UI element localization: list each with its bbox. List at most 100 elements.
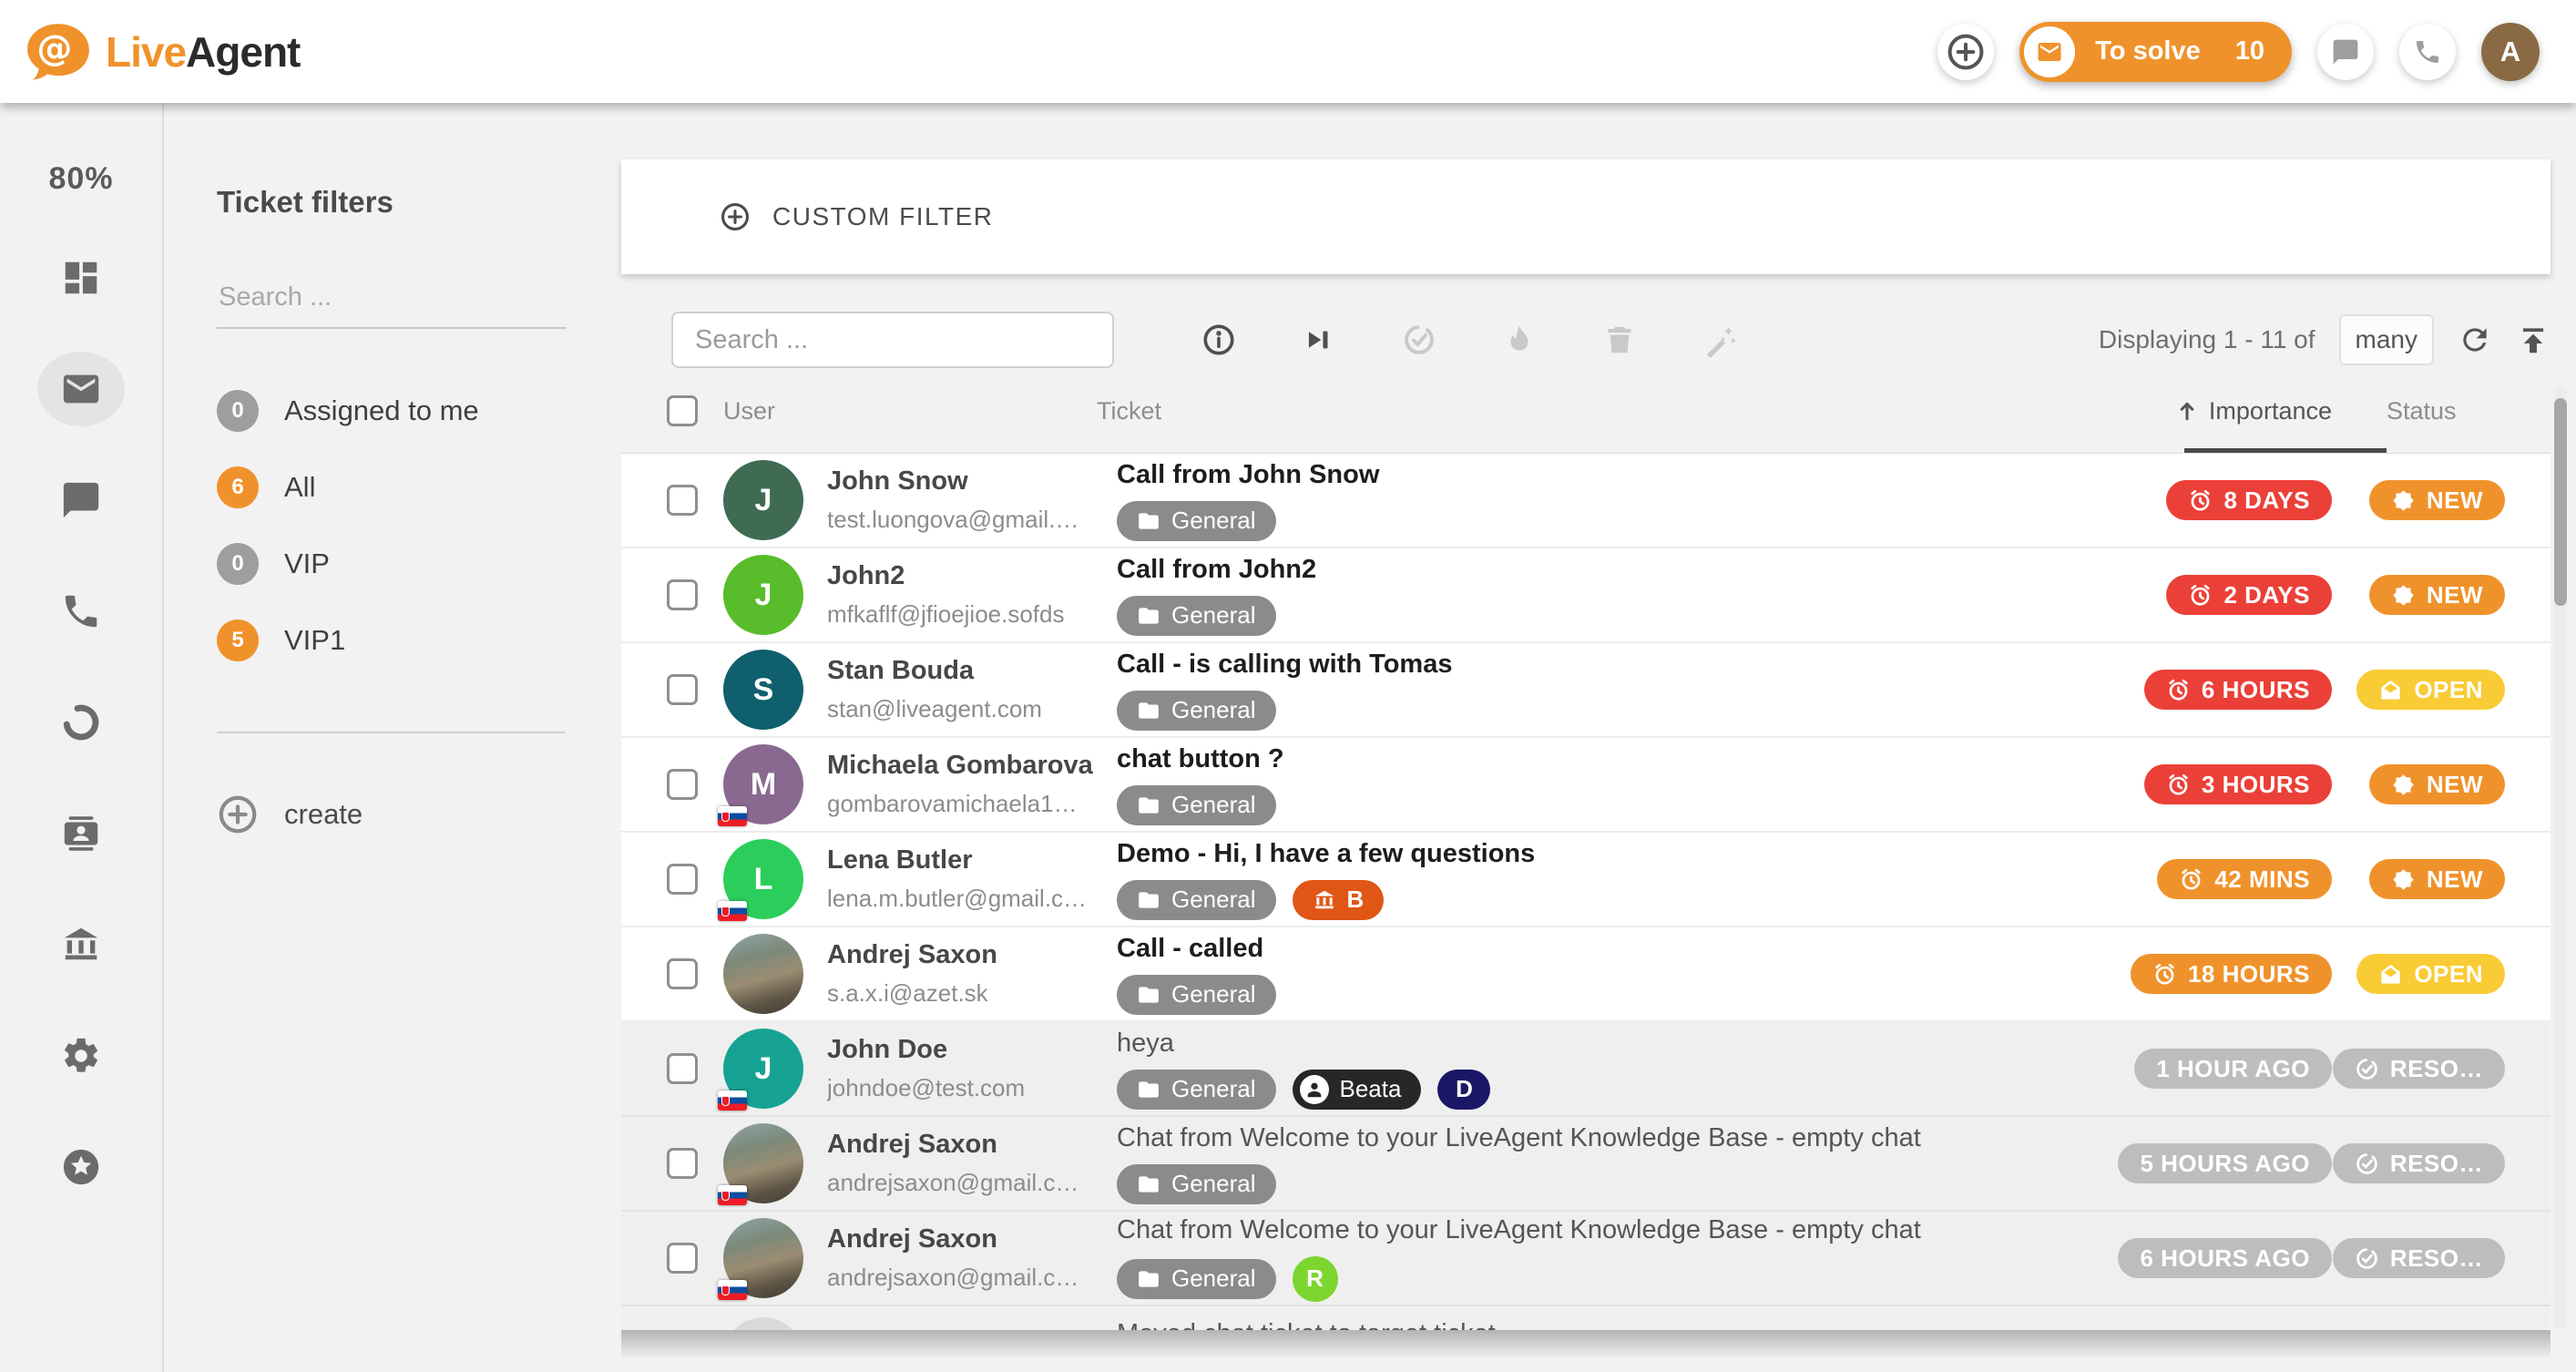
filter-list: 0 Assigned to me 6 All 0 VIP 5 VIP1 (217, 373, 565, 679)
delete-trash-icon[interactable] (1602, 323, 1637, 357)
filter-item-vip[interactable]: 0 VIP (217, 526, 565, 602)
ticket-subject: Call - called (1117, 933, 1264, 963)
add-new-button[interactable] (1937, 23, 1995, 80)
logo-text: LiveAgent (106, 27, 301, 77)
calls-button[interactable] (2399, 23, 2456, 80)
user-name: Lena Butler (827, 845, 973, 875)
avatar (723, 934, 803, 1014)
table-row[interactable]: Andrej Saxon s.a.x.i@azet.sk Call - call… (621, 927, 2550, 1022)
ticket-subject: heya (1117, 1028, 1174, 1058)
filters-search-input[interactable] (217, 282, 567, 330)
priority-flame-icon[interactable] (1502, 323, 1537, 357)
importance-cell: 1 HOUR AGO (2022, 1049, 2332, 1089)
chats-button[interactable] (2317, 23, 2374, 80)
filter-item-assigned-to-me[interactable]: 0 Assigned to me (217, 373, 565, 449)
status-badge: OPEN (2356, 954, 2505, 994)
row-checkbox[interactable] (667, 674, 698, 705)
create-filter-button[interactable]: create (217, 794, 621, 835)
sidebar-item-companies[interactable] (60, 924, 102, 966)
importance-cell: 3 HOURS (2022, 764, 2332, 804)
folder-icon (1137, 1267, 1160, 1291)
importance-cell: 8 DAYS (2022, 480, 2332, 520)
tag-label: General (1171, 1264, 1256, 1292)
importance-cell: 18 HOURS (2022, 954, 2332, 994)
sidebar-item-settings[interactable] (60, 1035, 102, 1077)
content-area: 80% Ticket filters 0 Assigned to me (0, 103, 2576, 1372)
scroll-top-icon[interactable] (2516, 323, 2550, 357)
table-row[interactable]: Moved chat ticket to target ticket (621, 1306, 2550, 1330)
ticket-tags: General (1117, 595, 2008, 636)
burst-icon (2391, 583, 2416, 608)
magic-wand-icon[interactable] (1702, 323, 1737, 357)
importance-badge: 3 HOURS (2143, 764, 2332, 804)
filter-item-all[interactable]: 6 All (217, 449, 565, 526)
panel-title: Ticket filters (217, 185, 394, 219)
user-name: John2 (827, 561, 905, 590)
table-row[interactable]: Andrej Saxon andrejsaxon@gmail.c… Chat f… (621, 1212, 2550, 1306)
custom-filter-button[interactable]: CUSTOM FILTER (720, 201, 993, 232)
resolve-check-icon[interactable] (1402, 323, 1436, 357)
table-row[interactable]: J John2 mfkaflf@jfioejioe.sofds Call fro… (621, 548, 2550, 643)
row-checkbox[interactable] (667, 1243, 698, 1274)
create-label: create (284, 798, 363, 831)
toolbar-icons (1201, 323, 1737, 357)
flag-badge (718, 1185, 747, 1205)
status-label: NEW (2426, 770, 2483, 798)
row-checkbox[interactable] (667, 485, 698, 516)
scrollbar-track[interactable] (2554, 385, 2567, 1329)
table-row[interactable]: J John Snow test.luongova@gmail.… Call f… (621, 454, 2550, 548)
logo-bubble-icon: @ (27, 23, 89, 80)
avatar-initial: S (752, 671, 774, 707)
ticket-cell: Moved chat ticket to target ticket (1117, 1319, 2022, 1330)
avatar (718, 1218, 803, 1300)
ticket-subject: chat button ? (1117, 743, 1284, 773)
row-checkbox[interactable] (667, 1148, 698, 1179)
status-badge: NEW (2368, 764, 2505, 804)
importance-label: 42 MINS (2214, 865, 2310, 893)
agent-avatar[interactable]: A (2481, 22, 2540, 81)
table-row[interactable]: Andrej Saxon andrejsaxon@gmail.c… Chat f… (621, 1117, 2550, 1212)
sidebar-item-dashboard[interactable] (60, 257, 102, 299)
avatar (723, 1317, 803, 1330)
sidebar-item-automation[interactable] (60, 701, 102, 743)
scrollbar-thumb[interactable] (2554, 398, 2567, 606)
table-row[interactable]: J John Doe johndoe@test.com heya General… (621, 1022, 2550, 1117)
refresh-icon[interactable] (2458, 323, 2492, 357)
status-cell: RESO… (2332, 1238, 2550, 1278)
sidebar-item-starred[interactable] (60, 1146, 102, 1188)
ticket-subject: Demo - Hi, I have a few questions (1117, 838, 1536, 868)
folder-icon (1137, 1078, 1160, 1101)
sidebar-item-contacts[interactable] (60, 813, 102, 855)
filter-item-vip1[interactable]: 5 VIP1 (217, 602, 565, 679)
circle-plus-icon (720, 201, 751, 232)
sidebar-item-tickets[interactable] (60, 368, 102, 410)
row-checkbox[interactable] (667, 864, 698, 895)
user-cell: Andrej Saxon andrejsaxon@gmail.c… (827, 1130, 1109, 1197)
table-row[interactable]: M Michaela Gombarova gombarovamichaela1…… (621, 738, 2550, 833)
info-icon[interactable] (1201, 323, 1236, 357)
sidebar-item-chats[interactable] (60, 479, 102, 521)
importance-badge: 2 DAYS (2166, 575, 2332, 615)
column-header-status[interactable]: Status (2332, 397, 2550, 425)
row-checkbox[interactable] (667, 1053, 698, 1084)
check-circle-icon (2355, 1057, 2379, 1081)
table-row[interactable]: L Lena Butler lena.m.butler@gmail.c… Dem… (621, 833, 2550, 927)
resolve-next-icon[interactable] (1302, 323, 1336, 357)
sidebar-item-calls[interactable] (60, 590, 102, 632)
status-badge: RESO… (2332, 1143, 2505, 1183)
row-checkbox[interactable] (667, 958, 698, 989)
status-cell: OPEN (2332, 670, 2550, 710)
to-solve-button[interactable]: To solve 10 (2019, 21, 2292, 82)
row-checkbox[interactable] (667, 579, 698, 610)
ticket-search-input[interactable] (671, 312, 1114, 368)
tag-general: General (1117, 974, 1276, 1015)
burst-icon (2391, 488, 2416, 513)
table-row[interactable]: S Stan Bouda stan@liveagent.com Call - i… (621, 643, 2550, 738)
row-checkbox[interactable] (667, 769, 698, 800)
filter-label: VIP1 (284, 624, 346, 657)
select-all-checkbox[interactable] (667, 395, 698, 426)
avatar: M (718, 744, 803, 826)
tag-label: General (1171, 1170, 1256, 1197)
user-email: lena.m.butler@gmail.c… (827, 885, 1088, 912)
column-header-importance[interactable]: Importance (2022, 397, 2332, 425)
